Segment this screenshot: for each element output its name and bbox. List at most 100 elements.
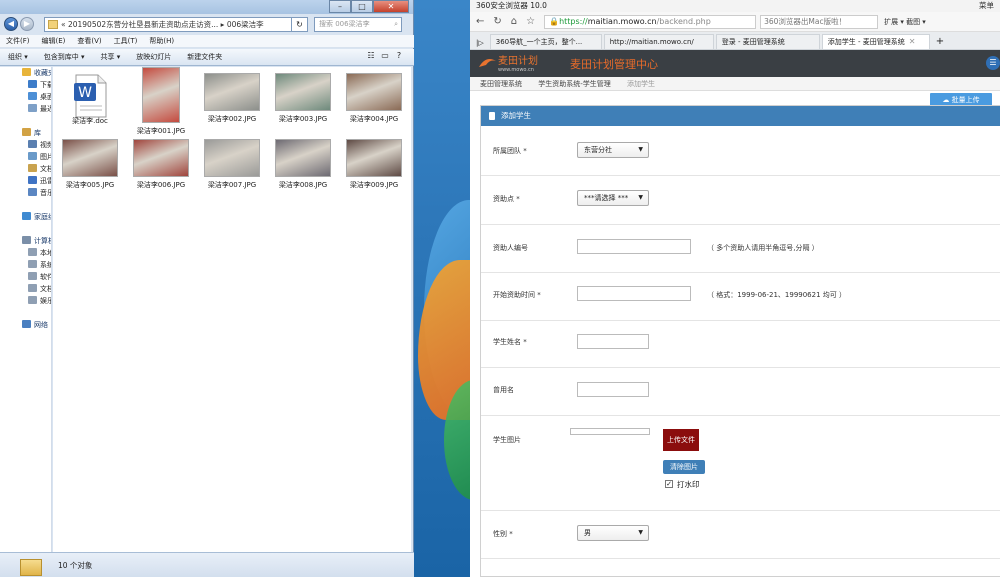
nav-item[interactable]: 本地: [0, 247, 51, 259]
menu-file[interactable]: 文件(F): [0, 35, 36, 47]
start-date-input[interactable]: [577, 286, 691, 301]
back-button[interactable]: ◀: [4, 17, 18, 31]
nav-item[interactable]: 文档: [0, 283, 51, 295]
slideshow-button[interactable]: 放映幻灯片: [128, 52, 179, 62]
sponsor-id-input[interactable]: [577, 239, 691, 254]
nav-item[interactable]: 图片: [0, 151, 51, 163]
watermark-checkbox[interactable]: ✓: [665, 480, 673, 488]
file-name: 梁洁李007.JPG: [207, 181, 257, 189]
tab-navigation[interactable]: 360导航_一个主页，整个...: [489, 34, 602, 49]
nav-group[interactable]: 库: [0, 127, 51, 139]
preview-pane-icon[interactable]: ▭: [378, 51, 392, 63]
close-tab-icon[interactable]: ✕: [909, 35, 916, 49]
back-icon[interactable]: ←: [476, 16, 484, 27]
nav-item[interactable]: 娱乐: [0, 295, 51, 307]
file-item[interactable]: 梁洁李008.JPG: [268, 139, 338, 190]
nav-item-icon: [22, 212, 31, 220]
share-button[interactable]: 共享 ▾: [93, 52, 129, 62]
close-button[interactable]: ✕: [373, 0, 409, 13]
file-item[interactable]: 梁洁李001.JPG: [126, 67, 196, 136]
tab-maitian-home[interactable]: http://maitian.mowo.cn/: [603, 34, 714, 49]
nav-item-icon: [28, 116, 37, 124]
menu-edit[interactable]: 编辑(E): [36, 35, 72, 47]
nav-group[interactable]: 网络: [0, 319, 51, 331]
menu-help[interactable]: 帮助(H): [143, 35, 180, 47]
nav-item-icon: [22, 128, 31, 136]
upload-file-button[interactable]: 上传文件: [663, 429, 699, 451]
hamburger-menu-icon[interactable]: ☰: [986, 56, 1000, 70]
view-options-icon[interactable]: ☷: [364, 51, 378, 63]
nav-item[interactable]: 迅雷: [0, 175, 51, 187]
search-icon: ⌕: [394, 19, 398, 28]
nav-group[interactable]: 计算机: [0, 235, 51, 247]
nav-item-icon: [22, 320, 31, 328]
nav-group[interactable]: 收藏夹: [0, 67, 51, 79]
tab-login[interactable]: 登录 - 麦田管理系统: [715, 34, 820, 49]
file-name: 梁洁李.doc: [72, 117, 108, 125]
file-item[interactable]: 梁洁李004.JPG: [339, 73, 409, 124]
help-icon[interactable]: ?: [392, 51, 406, 63]
menu-view[interactable]: 查看(V): [71, 35, 107, 47]
include-in-library-button[interactable]: 包含到库中 ▾: [36, 52, 93, 62]
photo-thumbnail: [275, 139, 331, 177]
point-select[interactable]: ***请选择 *** ▼: [577, 190, 649, 206]
menu-tools[interactable]: 工具(T): [108, 35, 144, 47]
nav-item-label: 软件: [40, 273, 51, 281]
extensions-menu[interactable]: 扩展 ▾ 截图 ▾: [884, 17, 926, 27]
nav-item[interactable]: 文档: [0, 163, 51, 175]
nav-item-label: 网络: [34, 321, 48, 329]
nav-item-label: 娱乐: [40, 297, 51, 305]
chevron-down-icon: ▼: [638, 146, 643, 153]
new-tab-button[interactable]: +: [936, 36, 944, 47]
url-bar[interactable]: 🔒 https://maitian.mowo.cn/backend.php: [544, 14, 757, 29]
minimize-button[interactable]: –: [329, 0, 351, 13]
nav-item[interactable]: 下载: [0, 79, 51, 91]
file-item[interactable]: 梁洁李005.JPG: [55, 139, 125, 190]
explorer-titlebar: – □ ✕: [0, 0, 413, 14]
file-item[interactable]: 梁洁李006.JPG: [126, 139, 196, 190]
file-item[interactable]: 梁洁李002.JPG: [197, 73, 267, 124]
file-item[interactable]: 梁洁李007.JPG: [197, 139, 267, 190]
file-item[interactable]: 梁洁李009.JPG: [339, 139, 409, 190]
address-bar[interactable]: « 20190502东营分社垦县新走资助点走访资... ▸ 006梁洁李: [44, 16, 292, 32]
nav-item[interactable]: 视频: [0, 139, 51, 151]
nav-item-label: 最近: [40, 105, 51, 113]
nav-item-icon: [28, 80, 37, 88]
clear-image-button[interactable]: 清除图片: [663, 460, 705, 474]
gender-select[interactable]: 男 ▼: [577, 525, 649, 541]
breadcrumb-student-mgmt[interactable]: 学生资助系统-学生管理: [538, 80, 611, 88]
bookmark-star-icon[interactable]: ☆: [526, 16, 535, 27]
form-row-photo: 学生图片 上传文件 清除图片 ✓ 打水印: [481, 416, 1000, 511]
organize-button[interactable]: 组织 ▾: [0, 52, 36, 62]
nav-item[interactable]: 桌面: [0, 91, 51, 103]
nav-item: [0, 223, 51, 235]
new-folder-button[interactable]: 新建文件夹: [179, 52, 230, 62]
nav-item[interactable]: 软件: [0, 271, 51, 283]
tab-add-student[interactable]: 添加学生 - 麦田管理系统 ✕: [821, 34, 930, 49]
nav-item[interactable]: 系统: [0, 259, 51, 271]
nav-group[interactable]: 家庭组: [0, 211, 51, 223]
reload-icon[interactable]: ↻: [493, 16, 501, 27]
photo-path-input[interactable]: [570, 428, 650, 435]
nav-item[interactable]: 音乐: [0, 187, 51, 199]
breadcrumb-system[interactable]: 麦田管理系统: [480, 80, 522, 88]
nav-item-icon: [28, 188, 37, 196]
alias-input[interactable]: [577, 382, 649, 397]
search-input[interactable]: 搜索 006梁洁李 ⌕: [314, 16, 402, 32]
team-select[interactable]: 东营分社 ▼: [577, 142, 649, 158]
file-item[interactable]: 梁洁李003.JPG: [268, 73, 338, 124]
command-bar: 组织 ▾ 包含到库中 ▾ 共享 ▾ 放映幻灯片 新建文件夹 ☷ ▭ ?: [0, 49, 414, 66]
forward-button[interactable]: ▶: [20, 17, 34, 31]
file-item[interactable]: W 梁洁李.doc: [55, 73, 125, 126]
student-name-input[interactable]: [577, 334, 649, 349]
nav-item[interactable]: 最近: [0, 103, 51, 115]
nav-item: [0, 199, 51, 211]
browser-menu[interactable]: 菜单: [979, 0, 994, 12]
home-icon[interactable]: ⌂: [511, 16, 517, 27]
browser-search-input[interactable]: 360浏览器出Mac版啦！: [760, 14, 879, 29]
refresh-button[interactable]: ↻: [292, 16, 308, 32]
sidebar-toggle-icon[interactable]: |▷: [476, 39, 484, 47]
browser-window: 360安全浏览器 10.0 菜单 ← ↻ ⌂ ☆ 🔒 https://maiti…: [470, 0, 1000, 577]
maximize-button[interactable]: □: [351, 0, 373, 13]
nav-item-label: 库: [34, 129, 41, 137]
